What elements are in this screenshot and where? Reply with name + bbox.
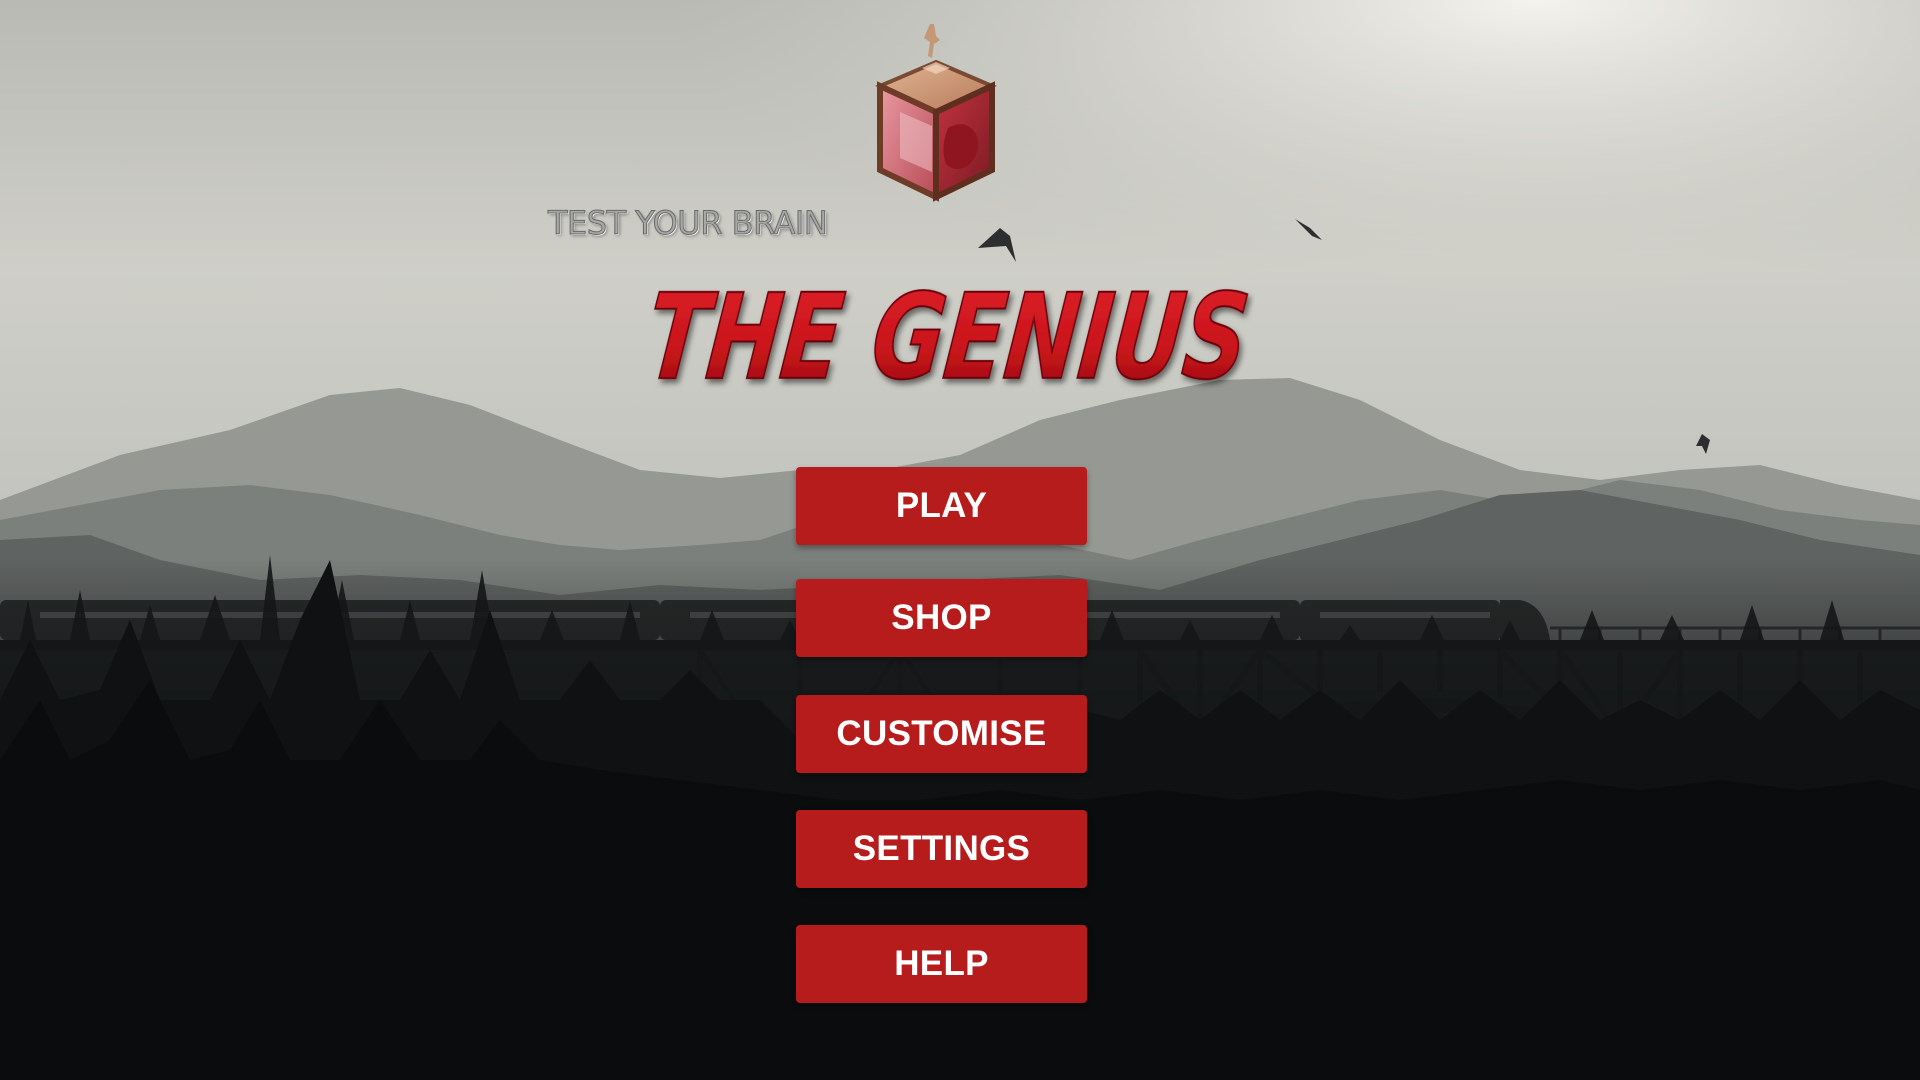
customise-button[interactable]: CUSTOMISE <box>796 695 1087 773</box>
settings-button[interactable]: SETTINGS <box>796 810 1087 888</box>
cube-brain-icon <box>875 24 997 202</box>
main-menu-screen: TEST YOUR BRAIN THE GENIUS PLAY SHOP CUS… <box>0 0 1920 1080</box>
tagline-text: TEST YOUR BRAIN <box>547 204 828 243</box>
game-title: THE GENIUS <box>640 267 1255 407</box>
game-title-text: THE GENIUS <box>641 268 1255 406</box>
play-button[interactable]: PLAY <box>796 467 1087 545</box>
shop-button[interactable]: SHOP <box>796 579 1087 657</box>
help-button[interactable]: HELP <box>796 925 1087 1003</box>
